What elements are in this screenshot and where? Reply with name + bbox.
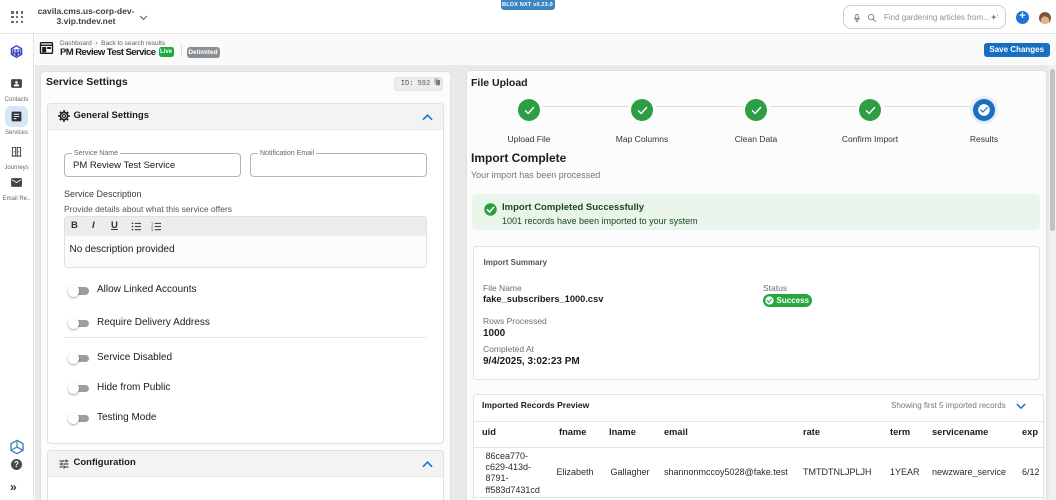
svg-text:3: 3 <box>151 228 153 231</box>
